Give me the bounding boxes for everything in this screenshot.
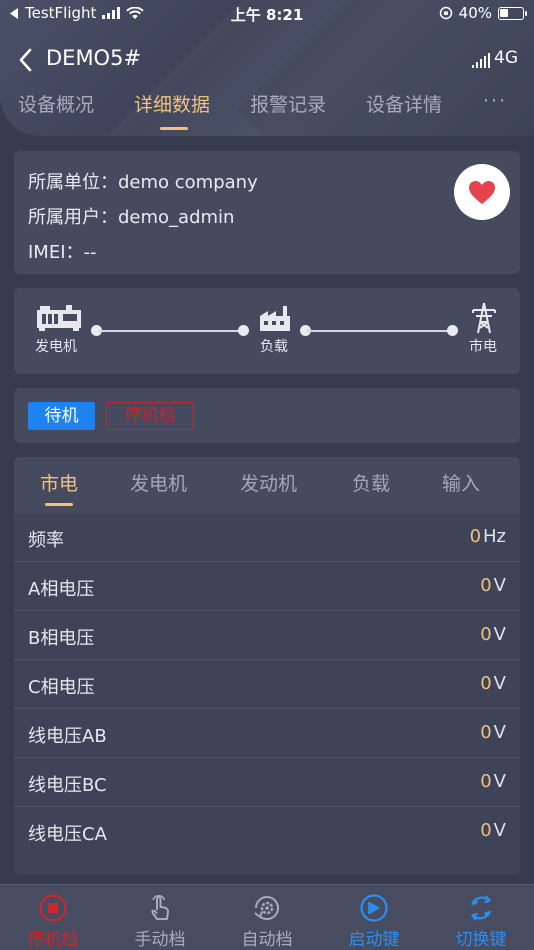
row-label: B相电压	[28, 628, 95, 649]
subtab-load[interactable]: 负载	[352, 469, 390, 496]
status-bar: TestFlight 上午 8:21 40%	[0, 0, 534, 28]
imei-value: --	[83, 242, 97, 263]
row-label: A相电压	[28, 579, 95, 600]
generator-label: 发电机	[35, 339, 77, 355]
orientation-lock-icon	[439, 6, 452, 20]
network-type: 4G	[494, 48, 518, 68]
grid-label: 市电	[469, 339, 497, 355]
active-tab-indicator	[160, 127, 188, 130]
heart-icon	[469, 180, 495, 204]
nav-bar: DEMO5# 4G	[0, 40, 534, 80]
owner-unit-row: 所属单位：demo company	[28, 168, 258, 194]
table-row: C相电压 0V	[14, 660, 520, 709]
table-row: 线电压BC 0V	[14, 758, 520, 807]
imei-label: IMEI：	[28, 242, 84, 263]
data-card: 市电 发电机 发动机 负载 输入 频率 0 Hz A相电压 0V B相电压 0V …	[14, 457, 520, 875]
start-label: 启动键	[348, 930, 400, 950]
page-title: DEMO5#	[46, 46, 142, 70]
row-value: 0V	[480, 624, 506, 645]
flow-line-generator-load	[98, 330, 244, 332]
stop-icon	[39, 894, 67, 922]
active-subtab-indicator	[45, 503, 73, 506]
table-row: 频率 0 Hz	[14, 513, 520, 562]
stop-gear-label: 停机档	[27, 930, 79, 950]
power-tower-icon	[472, 302, 496, 334]
subtab-grid[interactable]: 市电	[40, 469, 78, 496]
imei-row: IMEI：--	[28, 238, 97, 264]
auto-gear-label: 自动档	[241, 930, 293, 950]
flow-line-load-grid	[307, 330, 453, 332]
bottom-control-bar: 停机档 手动档 自动档 启动键 切换键	[0, 884, 534, 950]
switch-button[interactable]: 切换键	[428, 885, 534, 950]
stop-gear-button[interactable]: 停机档	[0, 885, 106, 950]
auto-gear-icon	[254, 896, 279, 920]
tab-device-details[interactable]: 设备详情	[366, 90, 442, 117]
table-row: A相电压 0V	[14, 562, 520, 611]
table-row: 线电压AB 0V	[14, 709, 520, 758]
subtab-input[interactable]: 输入	[442, 469, 480, 496]
owner-user-label: 所属用户：	[28, 207, 118, 228]
auto-gear-button[interactable]: 自动档	[214, 885, 320, 950]
start-button[interactable]: 启动键	[321, 885, 427, 950]
favorite-button[interactable]	[454, 164, 510, 220]
standby-badge: 待机	[28, 402, 95, 430]
stop-gear-badge: 停机档	[106, 402, 194, 430]
row-label: 线电压CA	[28, 824, 107, 845]
row-value: 0V	[480, 575, 506, 596]
row-value: 0 Hz	[469, 526, 506, 547]
tab-alarm-records[interactable]: 报警记录	[250, 90, 326, 117]
state-card: 待机 停机档	[14, 388, 520, 443]
manual-gear-button[interactable]: 手动档	[107, 885, 213, 950]
data-list: 频率 0 Hz A相电压 0V B相电压 0V C相电压 0V 线电压AB 0V …	[14, 513, 520, 875]
row-value: 0V	[480, 771, 506, 792]
main-tabs: 设备概况 详细数据 报警记录 设备详情 ···	[0, 90, 534, 134]
row-label: 频率	[28, 530, 64, 551]
back-chevron-icon[interactable]	[16, 46, 38, 74]
row-value: 0V	[480, 820, 506, 841]
generator-icon	[37, 305, 81, 331]
flow-node	[238, 325, 249, 336]
play-icon	[360, 894, 388, 922]
hand-pointer-icon	[151, 894, 169, 920]
tab-detail-data[interactable]: 详细数据	[134, 90, 210, 117]
owner-unit-label: 所属单位：	[28, 172, 118, 193]
row-value: 0V	[480, 673, 506, 694]
row-label: C相电压	[28, 677, 95, 698]
flow-node	[447, 325, 458, 336]
battery-icon	[498, 6, 527, 20]
header: TestFlight 上午 8:21 40% DEMO5# 4G 设备概况 详细…	[0, 0, 534, 136]
switch-icon	[470, 895, 492, 921]
tab-more[interactable]: ···	[483, 90, 507, 112]
row-label: 线电压AB	[28, 726, 107, 747]
load-label: 负载	[260, 339, 288, 355]
battery-percent: 40%	[458, 4, 492, 22]
owner-user-row: 所属用户：demo_admin	[28, 203, 234, 229]
row-label: 线电压BC	[28, 775, 107, 796]
switch-label: 切换键	[455, 930, 507, 950]
owner-user-value: demo_admin	[118, 207, 235, 228]
row-value: 0V	[480, 722, 506, 743]
subtab-generator[interactable]: 发电机	[130, 469, 187, 496]
subtab-engine[interactable]: 发动机	[240, 469, 297, 496]
network-indicator: 4G	[472, 48, 518, 68]
factory-load-icon	[260, 306, 290, 331]
tab-overview[interactable]: 设备概况	[18, 90, 94, 117]
signal-strength-icon	[472, 53, 490, 68]
device-info-card: 所属单位：demo company 所属用户：demo_admin IMEI：-…	[14, 151, 520, 274]
manual-gear-label: 手动档	[134, 930, 186, 950]
table-row: B相电压 0V	[14, 611, 520, 660]
power-flow-card: 发电机 负载 市电	[14, 288, 520, 374]
owner-unit-value: demo company	[118, 172, 258, 193]
table-row: 线电压CA 0V	[14, 807, 520, 856]
